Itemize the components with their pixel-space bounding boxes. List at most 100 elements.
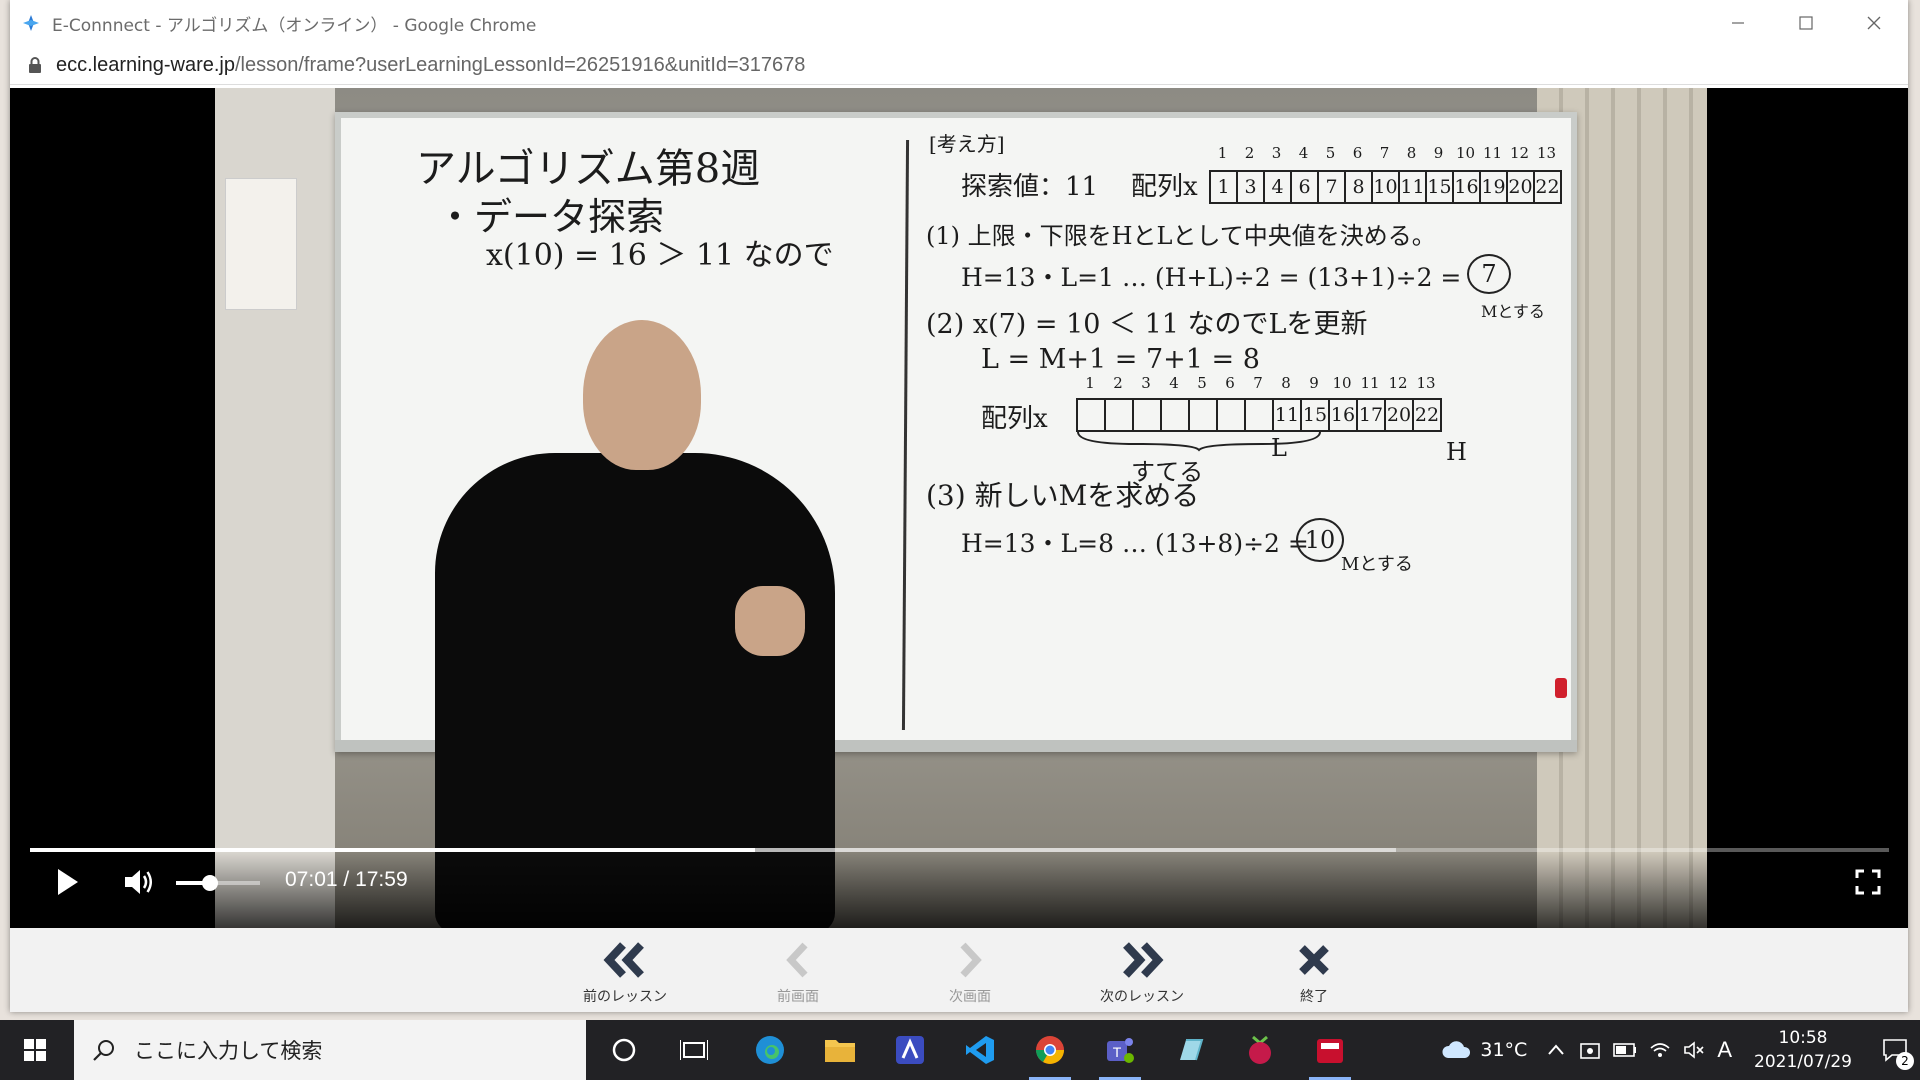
app-a-button[interactable] [881, 1020, 939, 1080]
seek-bar[interactable] [30, 848, 1889, 852]
array-cell: 20 [1386, 400, 1414, 430]
start-button[interactable] [0, 1020, 70, 1080]
chevron-up-icon[interactable] [1547, 1043, 1565, 1057]
wifi-icon[interactable] [1649, 1041, 1671, 1059]
meet-now-icon[interactable] [1579, 1039, 1601, 1061]
teams-button[interactable]: T [1091, 1020, 1149, 1080]
close-window-button[interactable] [1840, 0, 1908, 46]
array-cell: 17 [1358, 400, 1386, 430]
clock[interactable]: 10:58 2021/07/29 [1754, 1026, 1852, 1074]
url-text[interactable]: ecc.learning-ware.jp/lesson/frame?userLe… [56, 54, 805, 77]
array-cell: 15 [1427, 172, 1454, 202]
edge-browser-icon [756, 1036, 784, 1064]
array-cell: 7 [1319, 172, 1346, 202]
lecturer-hand [735, 586, 805, 656]
fullscreen-button[interactable] [1854, 868, 1882, 896]
app-logo-icon [20, 12, 42, 34]
ime-indicator[interactable]: A [1717, 1037, 1732, 1063]
raspberry-button[interactable] [1231, 1020, 1289, 1080]
array-cell: 15 [1302, 400, 1330, 430]
chrome-button[interactable] [1021, 1020, 1079, 1080]
h-marker-label: H [1446, 438, 1467, 466]
next-lesson-button[interactable]: 次のレッスン [1082, 938, 1202, 1006]
array-cell [1218, 400, 1246, 430]
array-index: 11 [1360, 374, 1380, 392]
battery-icon[interactable] [1613, 1042, 1637, 1058]
array-cell [1190, 400, 1218, 430]
maximize-icon [1799, 16, 1813, 30]
volume-knob[interactable] [201, 875, 218, 891]
step-1-result: 7 [1467, 254, 1511, 294]
array-cell: 3 [1238, 172, 1265, 202]
array-index: 13 [1536, 144, 1557, 162]
next-screen-button[interactable]: 次画面 [910, 938, 1030, 1006]
array-cell: 6 [1292, 172, 1319, 202]
taskbar-search[interactable]: ここに入力して検索 [74, 1020, 586, 1080]
array-index: 8 [1406, 144, 1417, 162]
cortana-circle-icon [612, 1038, 636, 1062]
prev-screen-button[interactable]: 前画面 [738, 938, 858, 1006]
array-cell: 20 [1508, 172, 1535, 202]
cortana-button[interactable] [595, 1020, 653, 1080]
array-cell: 10 [1373, 172, 1400, 202]
array-index: 4 [1298, 144, 1309, 162]
prev-lesson-label: 前のレッスン [583, 989, 667, 1005]
weather-cloud-icon [1442, 1041, 1471, 1058]
red-app-icon [1317, 1039, 1343, 1063]
array-cell [1134, 400, 1162, 430]
array-cell [1078, 400, 1106, 430]
array-cell: 8 [1346, 172, 1373, 202]
array-cell: 1 [1211, 172, 1238, 202]
array-index: 7 [1253, 374, 1263, 392]
array-index: 4 [1169, 374, 1179, 392]
minimize-button[interactable] [1704, 0, 1772, 46]
url-host: ecc.learning-ware.jp [56, 53, 235, 76]
fullscreen-icon [1855, 869, 1881, 895]
task-view-button[interactable] [665, 1020, 723, 1080]
array-index: 12 [1388, 374, 1408, 392]
array-index: 10 [1455, 144, 1476, 162]
volume-slider[interactable] [176, 875, 260, 891]
array-cell: 19 [1481, 172, 1508, 202]
maximize-button[interactable] [1772, 0, 1840, 46]
notification-center-button[interactable]: 2 [1870, 1020, 1920, 1080]
red-app-button[interactable] [1301, 1020, 1359, 1080]
double-chevron-right-icon [1123, 942, 1164, 978]
address-bar[interactable]: ecc.learning-ware.jp/lesson/frame?userLe… [10, 46, 1908, 85]
mute-button[interactable] [122, 866, 156, 898]
search-placeholder: ここに入力して検索 [134, 1039, 323, 1063]
vscode-button[interactable] [951, 1020, 1009, 1080]
time-separator: / [337, 868, 356, 891]
array-index: 2 [1244, 144, 1255, 162]
file-explorer-button[interactable] [811, 1020, 869, 1080]
played-range [30, 848, 755, 852]
array-index-row-2: 1 2 3 4 5 6 7 8 9 10 11 12 13 [1076, 374, 1440, 392]
system-tray: 31°C A 10:58 2021/07/29 2 [1440, 1020, 1920, 1080]
array-index: 10 [1332, 374, 1352, 392]
chevron-left-icon [786, 942, 808, 978]
lock-icon [28, 57, 42, 73]
array-cell: 11 [1400, 172, 1427, 202]
array-index: 8 [1281, 374, 1291, 392]
step-3-text: (3) 新しいMを求める [926, 479, 1200, 512]
video-player[interactable]: アルゴリズム第8週 ・データ探索 x(10) = 16 ＞ 11 なので [考え… [10, 88, 1908, 928]
total-time: 17:59 [355, 868, 408, 891]
speaker-muted-icon[interactable] [1683, 1040, 1705, 1060]
temperature[interactable]: 31°C [1480, 1039, 1527, 1061]
array-cell: 22 [1414, 404, 1440, 426]
search-value-label: 探索値：11 [961, 172, 1099, 202]
next-lesson-label: 次のレッスン [1100, 989, 1184, 1005]
lecturer [435, 238, 835, 928]
url-path: /lesson/frame?userLearningLessonId=26251… [234, 53, 806, 76]
array-cell [1162, 400, 1190, 430]
edge-button[interactable] [741, 1020, 799, 1080]
title-bar: E-Connnect - アルゴリズム（オンライン） - Google Chro… [10, 0, 1908, 46]
step-1-note: Mとする [1481, 302, 1545, 321]
exit-button[interactable]: 終了 [1254, 938, 1374, 1006]
array-cell [1246, 400, 1274, 430]
play-button[interactable] [54, 866, 82, 898]
prev-lesson-button[interactable]: 前のレッスン [565, 938, 685, 1006]
board-divider-line [901, 139, 910, 731]
array-index: 13 [1416, 374, 1436, 392]
app-glass-button[interactable] [1161, 1020, 1219, 1080]
